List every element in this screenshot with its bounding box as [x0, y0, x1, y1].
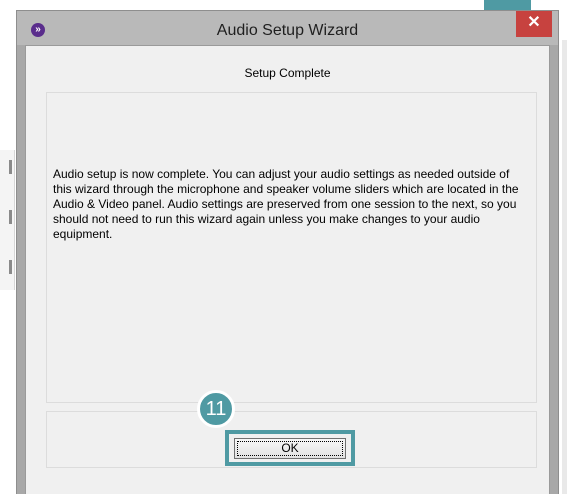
- step-number-badge: 11: [197, 390, 235, 428]
- wizard-step-heading: Setup Complete: [244, 66, 331, 80]
- background-marker: [9, 160, 12, 174]
- screen: » Audio Setup Wizard ✕ Setup Complete Au…: [0, 0, 567, 494]
- background-window-edge: [0, 150, 15, 290]
- message-panel: Audio setup is now complete. You can adj…: [46, 92, 537, 403]
- window-title: Audio Setup Wizard: [216, 22, 359, 39]
- ok-button[interactable]: OK: [234, 438, 346, 459]
- audio-setup-wizard-dialog: » Audio Setup Wizard ✕ Setup Complete Au…: [16, 10, 559, 494]
- background-window-edge-right: [562, 40, 567, 494]
- title-bar[interactable]: » Audio Setup Wizard ✕: [17, 11, 558, 45]
- close-button[interactable]: ✕: [516, 11, 552, 37]
- completion-message: Audio setup is now complete. You can adj…: [53, 167, 519, 241]
- dialog-content: Setup Complete Audio setup is now comple…: [25, 45, 550, 494]
- background-marker: [9, 210, 12, 224]
- background-marker: [9, 260, 12, 274]
